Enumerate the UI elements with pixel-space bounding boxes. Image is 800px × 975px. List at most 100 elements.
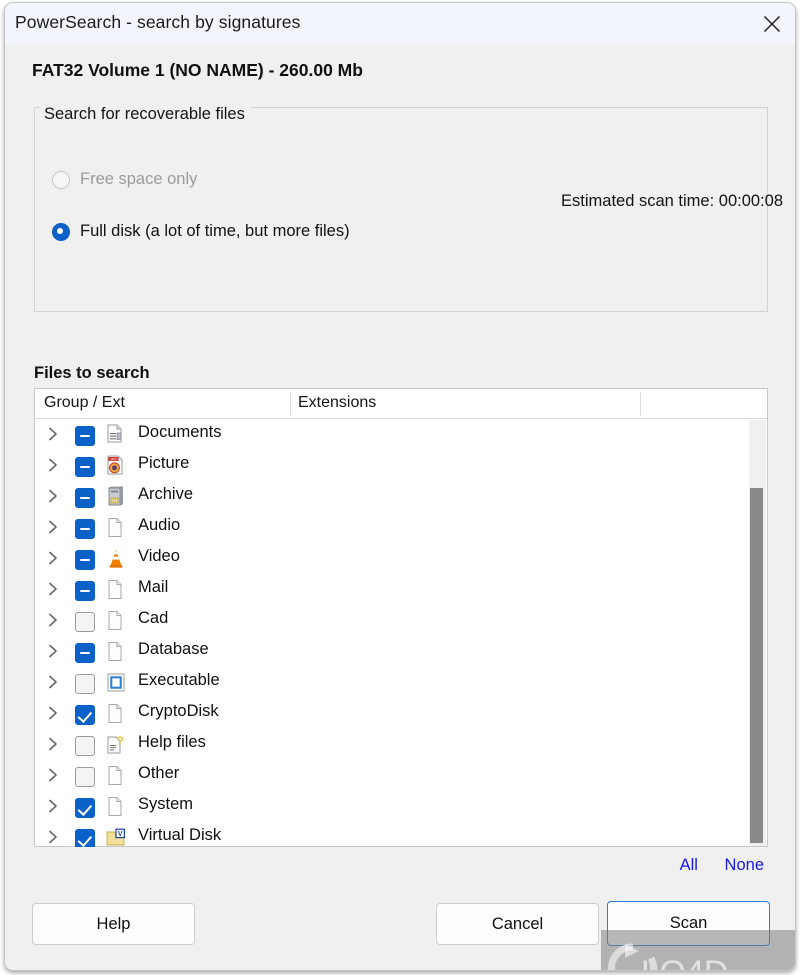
group-checkbox[interactable]	[75, 426, 95, 446]
virtual-disk-icon: V	[105, 827, 127, 847]
group-checkbox[interactable]	[75, 674, 95, 694]
group-label: Picture	[138, 454, 190, 472]
table-row[interactable]: JPG Picture	[35, 450, 749, 481]
svg-text:V: V	[118, 831, 123, 838]
group-label: Help files	[138, 733, 206, 751]
group-label: Documents	[138, 423, 222, 441]
group-checkbox[interactable]	[75, 550, 95, 570]
group-checkbox[interactable]	[75, 457, 95, 477]
table-row[interactable]: Documents	[35, 419, 749, 450]
group-label: Database	[138, 640, 209, 658]
table-row[interactable]: Cad	[35, 605, 749, 636]
group-label: CryptoDisk	[138, 702, 219, 720]
blank-file-icon	[105, 579, 127, 601]
chevron-right-icon[interactable]	[46, 458, 60, 472]
column-header-group-ext[interactable]: Group / Ext	[44, 394, 125, 412]
table-row[interactable]: Database	[35, 636, 749, 667]
chevron-right-icon[interactable]	[46, 675, 60, 689]
table-row[interactable]: Mail	[35, 574, 749, 605]
help-file-icon: ?	[105, 734, 127, 756]
table-row[interactable]: Audio	[35, 512, 749, 543]
blank-file-icon	[105, 703, 127, 725]
chevron-right-icon[interactable]	[46, 551, 60, 565]
executable-icon	[105, 672, 127, 694]
svg-text:?: ?	[116, 734, 123, 748]
help-button[interactable]: Help	[32, 903, 195, 945]
column-divider-1[interactable]	[290, 392, 291, 416]
vlc-cone-icon	[105, 548, 127, 570]
close-button[interactable]	[747, 3, 795, 44]
chevron-right-icon[interactable]	[46, 582, 60, 596]
archive-icon	[105, 486, 127, 508]
group-checkbox[interactable]	[75, 736, 95, 756]
chevron-right-icon[interactable]	[46, 427, 60, 441]
table-row[interactable]: Executable	[35, 667, 749, 698]
table-row[interactable]: ? Help files	[35, 729, 749, 760]
group-checkbox[interactable]	[75, 643, 95, 663]
table-row[interactable]: Archive	[35, 481, 749, 512]
column-divider-2[interactable]	[640, 392, 641, 416]
group-checkbox[interactable]	[75, 488, 95, 508]
radio-icon-free-space	[52, 170, 70, 189]
group-label: Cad	[138, 609, 169, 627]
group-checkbox[interactable]	[75, 612, 95, 632]
chevron-right-icon[interactable]	[46, 799, 60, 813]
group-label: Other	[138, 764, 180, 782]
close-icon	[764, 16, 780, 32]
group-label: Archive	[138, 485, 194, 503]
radio-label-free-space: Free space only	[80, 170, 198, 188]
table-row[interactable]: CryptoDisk	[35, 698, 749, 729]
svg-text:JPG: JPG	[110, 457, 117, 461]
group-label: Mail	[138, 578, 169, 596]
table-row[interactable]: Video	[35, 543, 749, 574]
scan-button[interactable]: Scan	[607, 901, 770, 946]
select-none-link[interactable]: None	[725, 856, 764, 874]
search-options-legend: Search for recoverable files	[40, 105, 251, 124]
blank-file-icon	[105, 796, 127, 818]
table-row[interactable]: V Virtual Disk	[35, 822, 749, 847]
window-title: PowerSearch - search by signatures	[15, 12, 301, 32]
chevron-right-icon[interactable]	[46, 489, 60, 503]
chevron-right-icon[interactable]	[46, 706, 60, 720]
group-checkbox[interactable]	[75, 767, 95, 787]
chevron-right-icon[interactable]	[46, 613, 60, 627]
files-to-search-heading: Files to search	[34, 364, 150, 382]
tree-header: Group / Ext Extensions	[35, 389, 767, 419]
cancel-button[interactable]: Cancel	[436, 903, 599, 945]
dialog-body: FAT32 Volume 1 (NO NAME) - 260.00 Mb Sea…	[5, 44, 795, 971]
watermark-text: LO4D.com	[641, 954, 778, 971]
tree-rows-container: Documents JPG Picture Archive Audio Video Mail…	[35, 419, 749, 847]
watermark-text-row: LO4D.com	[601, 944, 795, 971]
chevron-right-icon[interactable]	[46, 737, 60, 751]
vertical-scrollbar-thumb[interactable]	[750, 488, 763, 843]
chevron-right-icon[interactable]	[46, 520, 60, 534]
group-checkbox[interactable]	[75, 829, 95, 847]
document-icon	[105, 424, 127, 446]
radio-label-full-disk: Full disk (a lot of time, but more files…	[80, 222, 350, 240]
volume-title: FAT32 Volume 1 (NO NAME) - 260.00 Mb	[32, 60, 363, 80]
group-label: Audio	[138, 516, 181, 534]
chevron-right-icon[interactable]	[46, 768, 60, 782]
group-checkbox[interactable]	[75, 581, 95, 601]
group-label: Video	[138, 547, 180, 565]
group-label: Executable	[138, 671, 220, 689]
group-checkbox[interactable]	[75, 705, 95, 725]
chevron-right-icon[interactable]	[46, 830, 60, 844]
radio-full-disk[interactable]: Full disk (a lot of time, but more files…	[52, 222, 350, 241]
radio-free-space-only[interactable]: Free space only	[52, 170, 197, 189]
group-checkbox[interactable]	[75, 798, 95, 818]
group-label: System	[138, 795, 194, 813]
blank-file-icon	[105, 517, 127, 539]
chevron-right-icon[interactable]	[46, 644, 60, 658]
select-all-link[interactable]: All	[680, 856, 698, 874]
vertical-scrollbar-track[interactable]	[749, 420, 766, 846]
column-header-extensions[interactable]: Extensions	[298, 394, 376, 412]
radio-icon-full-disk	[52, 222, 70, 241]
table-row[interactable]: Other	[35, 760, 749, 791]
table-row[interactable]: System	[35, 791, 749, 822]
title-bar: PowerSearch - search by signatures	[5, 3, 795, 44]
group-checkbox[interactable]	[75, 519, 95, 539]
blank-file-icon	[105, 641, 127, 663]
powersearch-dialog: PowerSearch - search by signatures FAT32…	[4, 2, 796, 971]
files-tree-panel: Group / Ext Extensions Documents JPG Pictu…	[34, 388, 768, 847]
